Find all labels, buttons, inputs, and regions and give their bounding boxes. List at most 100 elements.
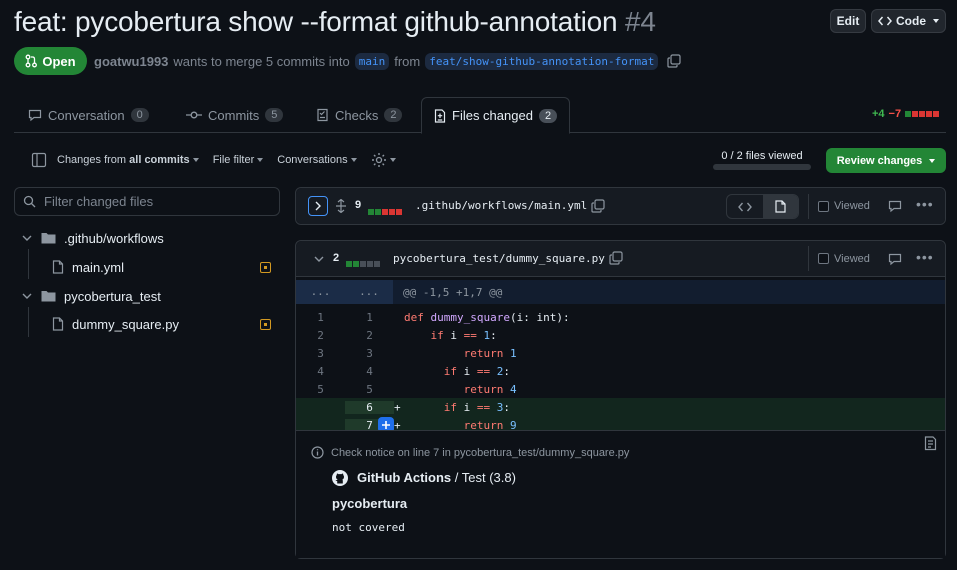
view-toggle [726, 194, 799, 219]
tree-file-main-yml[interactable]: main.yml [14, 255, 280, 279]
head-branch[interactable]: feat/show-github-annotation-format [425, 52, 659, 70]
chevron-down-icon[interactable] [314, 255, 324, 263]
annotation-title: pycobertura [332, 496, 408, 511]
tree-folder-workflows[interactable]: .github/workflows [14, 226, 280, 250]
chevron-right-icon [315, 201, 321, 211]
changes-from-dropdown[interactable]: Changes from all commits [57, 154, 199, 166]
tree-folder-pycobertura-test[interactable]: pycobertura_test [14, 284, 280, 308]
file-icon [52, 317, 64, 331]
conversations-dropdown[interactable]: Conversations [277, 154, 357, 166]
copy-icon[interactable] [591, 199, 605, 213]
new-line-number[interactable]: 1 [345, 311, 394, 324]
pull-request-icon [25, 54, 38, 68]
check-source: GitHub Actions / Test (3.8) [357, 470, 516, 485]
tab-conversation[interactable]: Conversation 0 [16, 97, 161, 133]
file-path[interactable]: .github/workflows/main.yml [415, 199, 587, 212]
file-filter-label: File filter [212, 154, 255, 166]
file-name: dummy_square.py [72, 316, 179, 332]
file-filter-dropdown[interactable]: File filter [213, 154, 264, 166]
old-line-number[interactable]: 2 [296, 329, 345, 342]
github-logo-icon [332, 470, 348, 486]
code-icon [737, 202, 752, 211]
old-line-number[interactable]: 4 [296, 365, 345, 378]
expand-all-icon[interactable] [335, 199, 347, 213]
files-viewed-progress [713, 164, 811, 170]
checklist-icon [317, 108, 328, 122]
review-changes-label: Review changes [836, 154, 923, 167]
settings-dropdown[interactable] [371, 152, 396, 168]
edit-button[interactable]: Edit [830, 9, 866, 33]
expand-up-button[interactable]: ... [296, 280, 345, 304]
diff-line: 55 return 4 [296, 380, 945, 398]
source-view-button[interactable] [727, 195, 763, 218]
new-line-number[interactable]: 3 [345, 347, 394, 360]
tab-checks[interactable]: Checks 2 [304, 97, 414, 133]
new-line-number[interactable]: 2 [345, 329, 394, 342]
code-button[interactable]: Code [871, 9, 946, 33]
tab-label: Conversation [48, 107, 125, 123]
hunk-header-row: ... ... @@ -1,5 +1,7 @@ [296, 280, 945, 304]
search-icon [23, 195, 36, 208]
pr-number: #4 [625, 6, 656, 37]
sidebar-toggle-icon[interactable] [31, 152, 47, 168]
tab-label: Commits [208, 107, 260, 123]
diff-line: 33 return 1 [296, 344, 945, 362]
edit-label: Edit [836, 14, 860, 28]
diff-line: 1 1 def dummy_square(i: int): [296, 308, 945, 326]
diff-line: 22 if i == 1: [296, 326, 945, 344]
rich-view-button[interactable] [762, 195, 798, 218]
review-changes-button[interactable]: Review changes [826, 148, 946, 173]
deletions-count: −7 [888, 108, 902, 120]
filter-files-input[interactable]: Filter changed files [14, 187, 280, 216]
tab-files-changed[interactable]: Files changed 2 [421, 97, 571, 134]
file-diff-icon [434, 108, 446, 123]
tab-count: 5 [265, 108, 284, 122]
code-line: return 4 [463, 382, 517, 396]
chevron-down-icon [350, 158, 357, 163]
info-icon [311, 446, 324, 459]
viewed-checkbox[interactable]: Viewed [808, 193, 870, 219]
pr-tabs: Conversation 0 Commits 5 Checks 2 Files … [14, 97, 946, 134]
comment-icon [28, 109, 42, 121]
code-line: def dummy_square(i: int): [404, 310, 570, 324]
diff-blocks [346, 255, 381, 270]
file-path[interactable]: pycobertura_test/dummy_square.py [393, 252, 605, 265]
new-line-number[interactable]: 6 [345, 400, 394, 414]
copy-icon[interactable] [667, 54, 681, 68]
tab-label: Files changed [452, 108, 533, 123]
viewed-label: Viewed [834, 200, 870, 212]
chevron-down-icon [933, 19, 939, 23]
old-line-number[interactable]: 3 [296, 347, 345, 360]
code-line: if i == 3: [443, 400, 510, 414]
expand-down-button[interactable]: ... [345, 280, 393, 304]
report-icon[interactable] [924, 436, 937, 451]
base-branch[interactable]: main [354, 52, 390, 70]
file-icon [52, 260, 64, 274]
tab-commits[interactable]: Commits 5 [174, 97, 295, 133]
pr-title: feat: pycobertura show --format github-a… [14, 4, 656, 40]
new-line-number[interactable]: 5 [345, 383, 394, 396]
check-job-name[interactable]: Test (3.8) [462, 470, 516, 485]
new-line-number[interactable]: 4 [345, 365, 394, 378]
old-line-number[interactable]: 5 [296, 383, 345, 396]
file-icon [775, 200, 786, 213]
check-app-name[interactable]: GitHub Actions [357, 470, 451, 485]
annotation-icon [260, 318, 271, 330]
annotation-message: not covered [332, 521, 405, 534]
comment-icon[interactable] [888, 253, 902, 266]
expand-file-button[interactable] [308, 196, 328, 216]
gear-icon [371, 153, 386, 167]
author-link[interactable]: goatwu1993 [94, 54, 168, 69]
file-name: main.yml [72, 259, 125, 275]
comment-icon[interactable] [888, 200, 902, 213]
more-options-icon[interactable]: ••• [916, 249, 934, 265]
tree-file-dummy-square[interactable]: dummy_square.py [14, 312, 280, 336]
viewed-checkbox[interactable]: Viewed [808, 246, 870, 271]
more-options-icon[interactable]: ••• [916, 196, 934, 212]
old-line-number[interactable]: 1 [296, 311, 345, 324]
folder-name: .github/workflows [64, 230, 164, 246]
annotation-icon [260, 261, 271, 273]
chevron-down-icon [22, 235, 32, 241]
viewed-label: Viewed [834, 252, 870, 265]
copy-icon[interactable] [609, 251, 623, 265]
